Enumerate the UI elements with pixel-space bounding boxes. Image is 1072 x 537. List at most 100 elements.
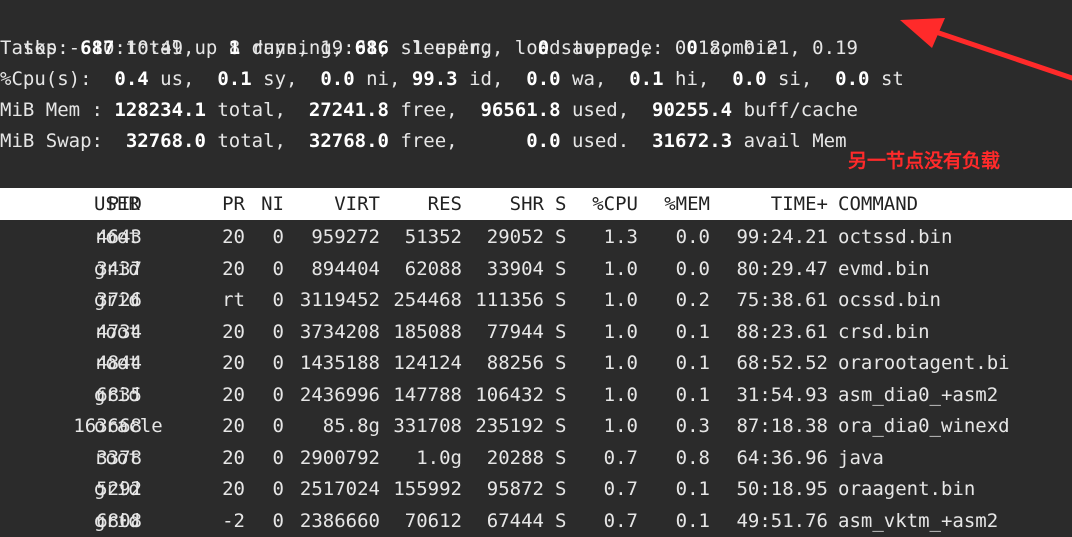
cell-ni: 0 <box>272 289 284 311</box>
cell-shr: 77944 <box>486 320 544 343</box>
cell-state: S <box>555 257 567 280</box>
cell-command: octssd.bin <box>838 226 953 248</box>
cell-res: 331708 <box>393 415 462 437</box>
cell-pr: rt <box>222 289 245 311</box>
cell-command: evmd.bin <box>838 257 930 280</box>
cell-cpu: 1.0 <box>603 383 638 406</box>
cell-mem: 0.1 <box>675 320 710 343</box>
cell-cpu: 0.7 <box>603 509 638 532</box>
process-row[interactable]: 4734 root 20 0 3734208 185088 77944 S 1.0 0.1 88:2… <box>0 317 1072 348</box>
cell-mem: 0.3 <box>675 415 710 437</box>
process-row[interactable]: 5292 grid 20 0 2517024 155992 95872 S 0.7 0.1 50:1… <box>0 474 1072 505</box>
column-header-time[interactable]: TIME+ <box>720 188 828 220</box>
cell-command: ocssd.bin <box>838 289 941 311</box>
cell-mem: 0.8 <box>675 446 710 469</box>
cell-virt: 2517024 <box>299 478 380 500</box>
cell-time: 31:54.93 <box>736 383 828 406</box>
cell-ni: 0 <box>272 320 284 343</box>
cell-pr: 20 <box>222 320 245 343</box>
cell-res: 147788 <box>393 383 462 406</box>
cell-virt: 894404 <box>311 257 380 280</box>
cell-pr: -2 <box>222 509 245 532</box>
process-row[interactable]: 3437 grid 20 0 894404 62088 33904 S 1.0 0.0 80:29.… <box>0 254 1072 285</box>
column-header-res[interactable]: RES <box>386 188 462 220</box>
column-header-command[interactable]: COMMAND <box>838 188 1072 220</box>
column-header-cpu[interactable]: %CPU <box>580 188 638 220</box>
cell-virt: 2386660 <box>299 509 380 532</box>
cell-user: root <box>94 446 140 469</box>
cell-mem: 0.1 <box>675 352 710 374</box>
cell-ni: 0 <box>272 415 284 437</box>
cell-pr: 20 <box>222 415 245 437</box>
cell-user: grid <box>94 289 140 311</box>
column-header-ni[interactable]: NI <box>258 188 284 220</box>
cell-shr: 235192 <box>475 415 544 437</box>
cell-shr: 67444 <box>486 509 544 532</box>
cell-shr: 111356 <box>475 289 544 311</box>
process-row[interactable]: 4643 root 20 0 959272 51352 29052 S 1.3 0.0 99:24.… <box>0 222 1072 253</box>
cell-command: crsd.bin <box>838 320 930 343</box>
cell-pr: 20 <box>222 446 245 469</box>
cell-cpu: 0.7 <box>603 478 638 500</box>
cell-virt: 1435188 <box>299 352 380 374</box>
cell-shr: 106432 <box>475 383 544 406</box>
cell-res: 51352 <box>404 226 462 248</box>
cell-time: 80:29.47 <box>736 257 828 280</box>
cell-res: 70612 <box>404 509 462 532</box>
cell-time: 75:38.61 <box>736 289 828 311</box>
cell-shr: 33904 <box>486 257 544 280</box>
cell-pr: 20 <box>222 226 245 248</box>
cell-res: 155992 <box>393 478 462 500</box>
cell-ni: 0 <box>272 509 284 532</box>
cell-time: 64:36.96 <box>736 446 828 469</box>
cell-state: S <box>555 446 567 469</box>
column-header-user[interactable]: USER <box>94 188 184 220</box>
cell-user: grid <box>94 478 140 500</box>
cell-user: root <box>94 226 140 248</box>
cell-virt: 3734208 <box>299 320 380 343</box>
cell-ni: 0 <box>272 226 284 248</box>
cell-ni: 0 <box>272 446 284 469</box>
column-header-virt[interactable]: VIRT <box>290 188 380 220</box>
cell-res: 124124 <box>393 352 462 374</box>
process-row[interactable]: 3378 root 20 0 2900792 1.0g 20288 S 0.7 0.8 64:36.… <box>0 443 1072 474</box>
cell-ni: 0 <box>272 478 284 500</box>
cell-time: 68:52.52 <box>736 352 828 374</box>
cell-virt: 85.8g <box>322 415 380 437</box>
cell-virt: 2436996 <box>299 383 380 406</box>
cell-state: S <box>555 415 567 437</box>
process-table-header[interactable]: PID USER PR NI VIRT RES SHR S %CPU %MEM TIME+ COMMA… <box>0 188 1072 220</box>
column-header-pr[interactable]: PR <box>205 188 245 220</box>
cell-command: oraagent.bin <box>838 478 976 500</box>
cell-pr: 20 <box>222 383 245 406</box>
cell-cpu: 1.3 <box>603 226 638 248</box>
cell-user: oracle <box>94 415 163 437</box>
cell-state: S <box>555 226 567 248</box>
column-header-shr[interactable]: SHR <box>466 188 544 220</box>
cell-time: 88:23.61 <box>736 320 828 343</box>
cell-shr: 95872 <box>486 478 544 500</box>
process-row[interactable]: 4844 root 20 0 1435188 124124 88256 S 1.0 0.1 68:5… <box>0 348 1072 379</box>
process-row[interactable]: 6808 grid -2 0 2386660 70612 67444 S 0.7 0.1 49:51… <box>0 506 1072 537</box>
cell-virt: 3119452 <box>299 289 380 311</box>
process-row[interactable]: 3726 grid rt 0 3119452 254468 111356 S 1.0 0.2 75:… <box>0 285 1072 316</box>
cell-user: root <box>94 320 140 343</box>
cell-command: orarootagent.bi <box>838 352 1010 374</box>
cell-virt: 959272 <box>311 226 380 248</box>
cell-command: asm_dia0_+asm2 <box>838 383 999 406</box>
column-header-mem[interactable]: %MEM <box>650 188 710 220</box>
cell-cpu: 1.0 <box>603 415 638 437</box>
cell-mem: 0.2 <box>675 289 710 311</box>
cell-ni: 0 <box>272 352 284 374</box>
cell-command: java <box>838 446 884 469</box>
cell-state: S <box>555 509 567 532</box>
cell-state: S <box>555 478 567 500</box>
cell-cpu: 1.0 <box>603 352 638 374</box>
column-header-state[interactable]: S <box>555 188 569 220</box>
process-row[interactable]: 163668 oracle 20 0 85.8g 331708 235192 S 1.0 0.3 8… <box>0 411 1072 442</box>
cell-user: grid <box>94 383 140 406</box>
cell-state: S <box>555 352 567 374</box>
process-row[interactable]: 6835 grid 20 0 2436996 147788 106432 S 1.0 0.1 31:… <box>0 380 1072 411</box>
cell-state: S <box>555 320 567 343</box>
cell-ni: 0 <box>272 257 284 280</box>
